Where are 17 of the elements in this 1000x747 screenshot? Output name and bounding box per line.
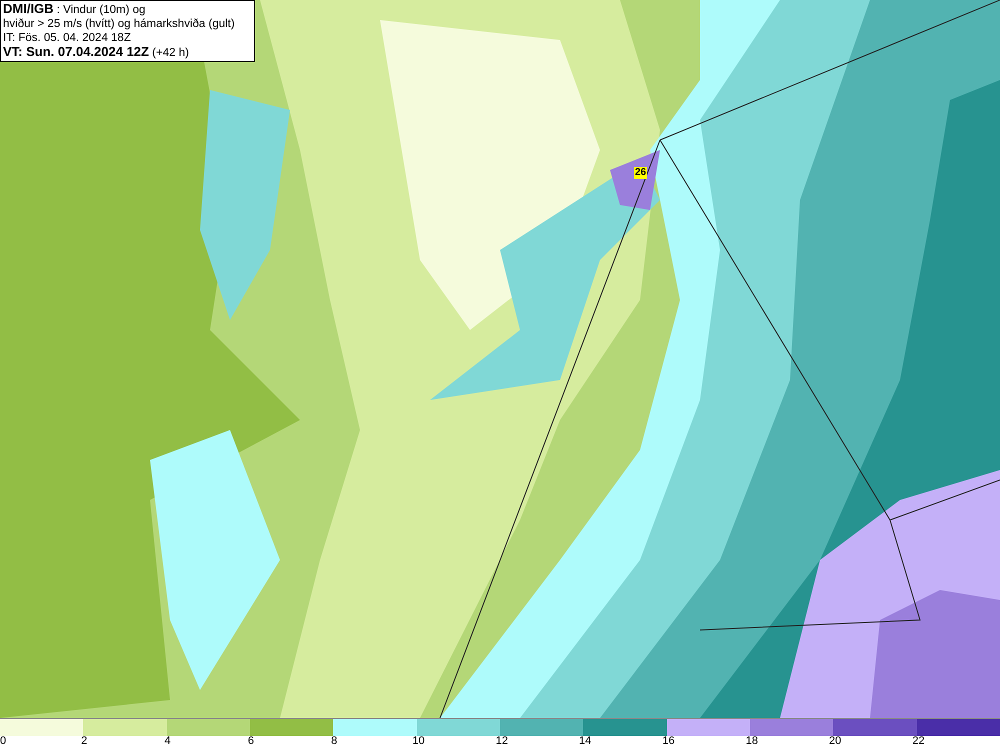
legend-label: 20	[829, 735, 842, 747]
legend-label: 12	[496, 735, 508, 747]
legend-label: 16	[662, 735, 675, 747]
legend-label: 14	[579, 735, 592, 747]
info-text: DMI/IGB : Vindur (10m) og	[3, 2, 146, 17]
legend-label: 6	[248, 735, 254, 747]
legend-label: 0	[0, 735, 6, 747]
legend-label: 22	[912, 735, 925, 747]
info-text: IT: Fös. 05. 04. 2024 18Z	[3, 31, 132, 45]
info-text: VT: Sun. 07.04.2024 12Z (+42 h)	[3, 45, 190, 60]
legend-label: 8	[331, 735, 338, 747]
legend-label: 18	[746, 735, 758, 747]
gust-label: 26	[634, 167, 648, 179]
legend-label: 4	[164, 735, 171, 747]
legend-label: 10	[412, 735, 425, 747]
info-text: hviður > 25 m/s (hvítt) og hámarkshviða (gult)	[3, 17, 236, 31]
legend-label: 2	[81, 735, 88, 747]
